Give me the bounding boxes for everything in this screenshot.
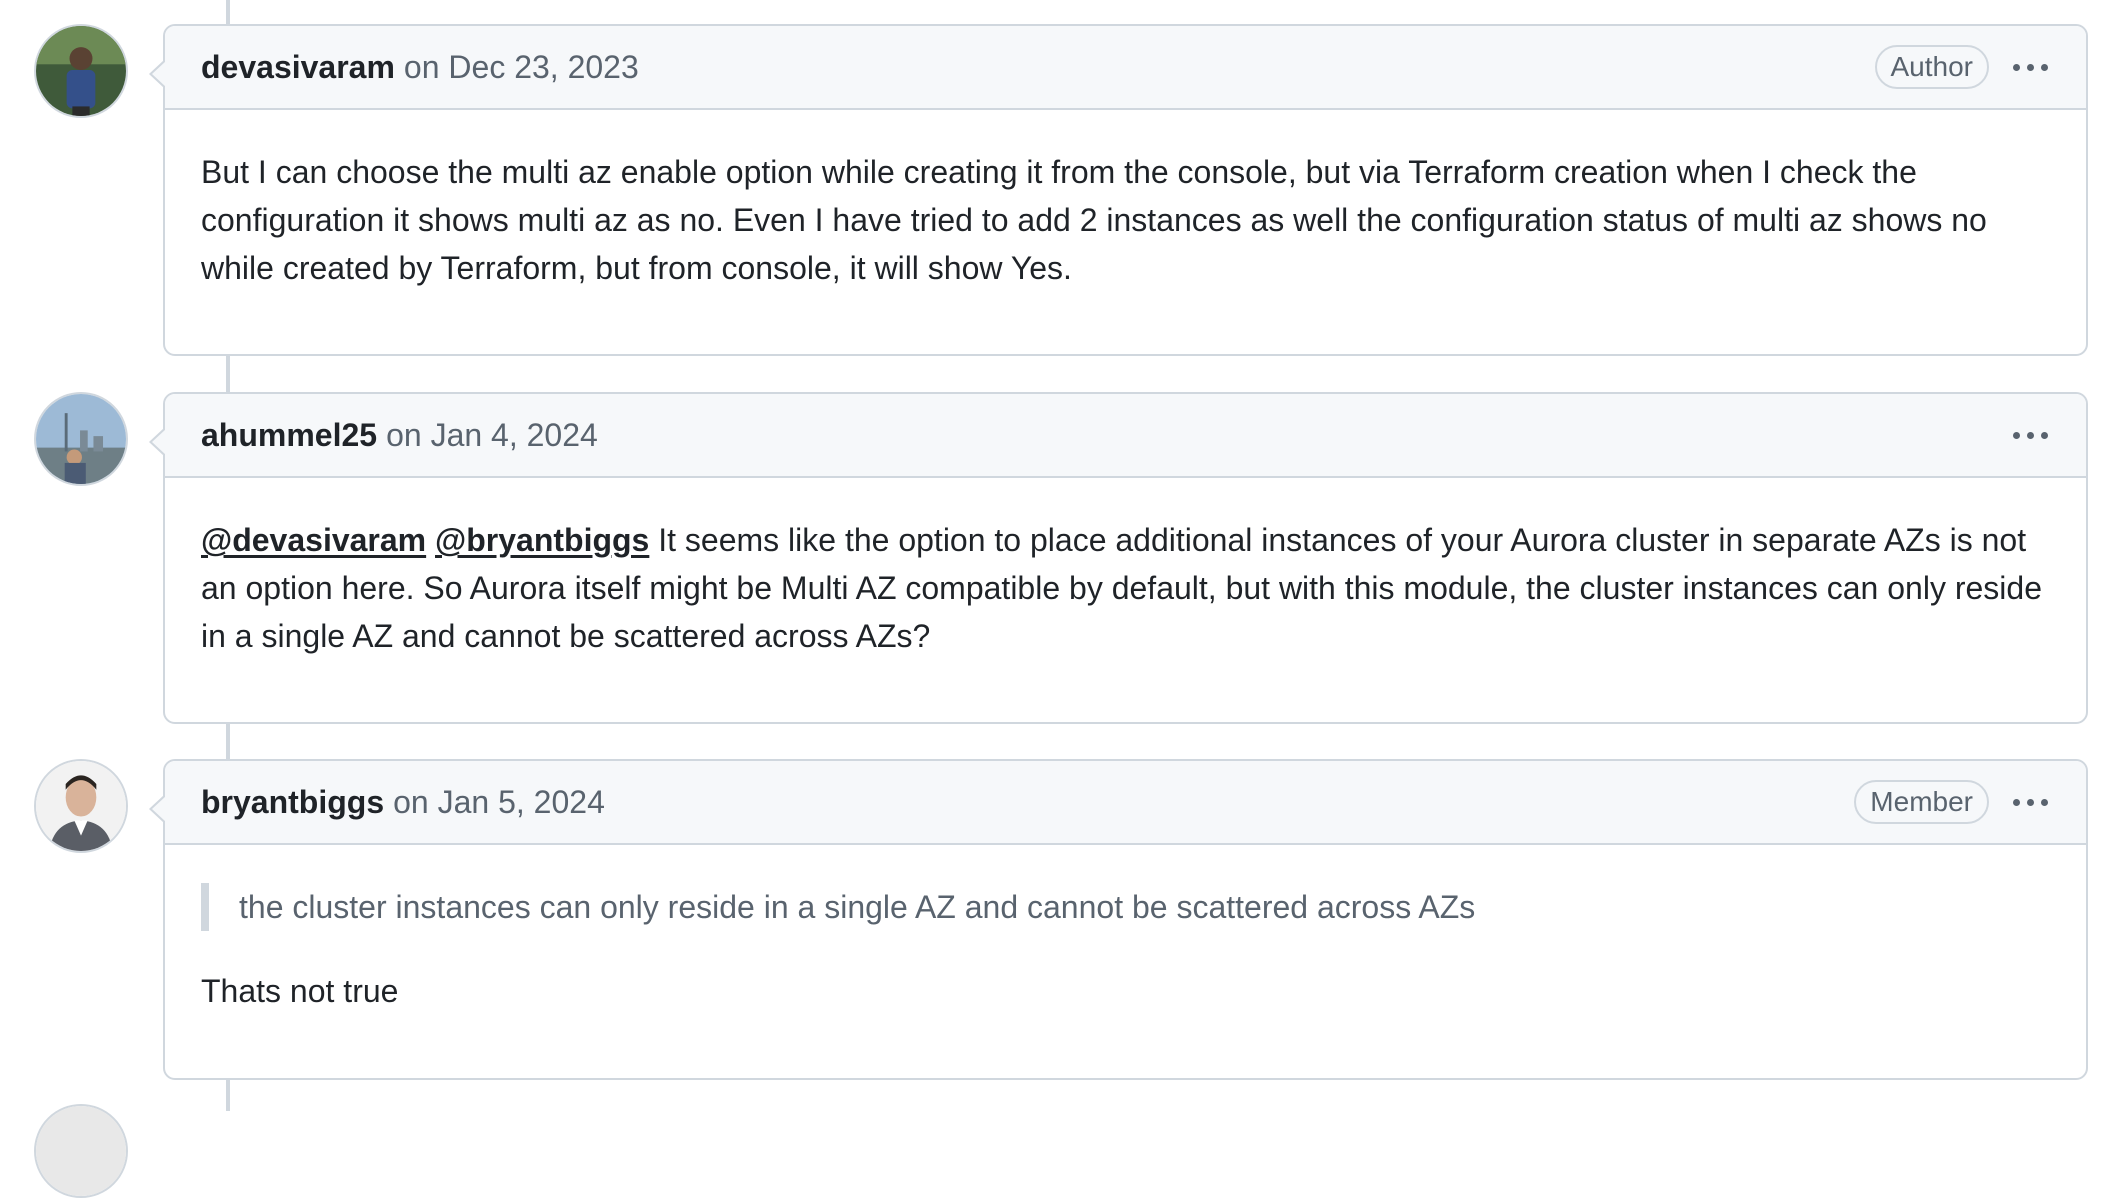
avatar-next-comment[interactable] xyxy=(34,1104,128,1198)
user-avatar-icon xyxy=(36,26,126,116)
comment-options-button[interactable] xyxy=(2011,47,2050,87)
avatar-ahummel25[interactable] xyxy=(34,392,128,486)
comment-body: the cluster instances can only reside in… xyxy=(165,845,2086,1049)
comment-body: But I can choose the multi az enable opt… xyxy=(165,110,2086,326)
comment-header: bryantbiggs on Jan 5, 2024 Member xyxy=(165,761,2086,845)
comment-text: @devasivaram @bryantbiggs It seems like … xyxy=(201,516,2050,660)
comment-author[interactable]: devasivaram xyxy=(201,49,395,86)
author-badge: Author xyxy=(1874,45,1989,89)
comment-card: bryantbiggs on Jan 5, 2024 Member the cl… xyxy=(149,759,2088,1080)
comment-header: ahummel25 on Jan 4, 2024 xyxy=(165,394,2086,478)
avatar-devasivaram[interactable] xyxy=(34,24,128,118)
user-avatar-icon xyxy=(36,394,126,484)
comment-author[interactable]: ahummel25 xyxy=(201,417,377,454)
comment-options-button[interactable] xyxy=(2011,415,2050,455)
comment-date[interactable]: on Dec 23, 2023 xyxy=(404,49,639,86)
comment-date[interactable]: on Jan 4, 2024 xyxy=(386,417,598,454)
comment-date[interactable]: on Jan 5, 2024 xyxy=(393,784,605,821)
comment-card: devasivaram on Dec 23, 2023 Author But I… xyxy=(149,24,2088,356)
comment-text: Thats not true xyxy=(201,973,399,1009)
comment-body: @devasivaram @bryantbiggs It seems like … xyxy=(165,478,2086,694)
comment-text: But I can choose the multi az enable opt… xyxy=(201,154,1987,286)
comment-header: devasivaram on Dec 23, 2023 Author xyxy=(165,26,2086,110)
user-avatar-icon xyxy=(36,1106,126,1196)
kebab-horizontal-icon xyxy=(2013,798,2020,806)
kebab-horizontal-icon xyxy=(2013,63,2020,71)
quoted-text: the cluster instances can only reside in… xyxy=(201,883,2050,931)
comment-author[interactable]: bryantbiggs xyxy=(201,784,384,821)
comment-options-button[interactable] xyxy=(2011,782,2050,822)
comment-card: ahummel25 on Jan 4, 2024 @devasivaram @b… xyxy=(149,392,2088,724)
kebab-horizontal-icon xyxy=(2013,431,2020,439)
user-avatar-icon xyxy=(36,761,126,851)
mention-link[interactable]: @bryantbiggs xyxy=(435,522,649,558)
member-badge: Member xyxy=(1854,780,1989,824)
mention-link[interactable]: @devasivaram xyxy=(201,522,426,558)
avatar-bryantbiggs[interactable] xyxy=(34,759,128,853)
